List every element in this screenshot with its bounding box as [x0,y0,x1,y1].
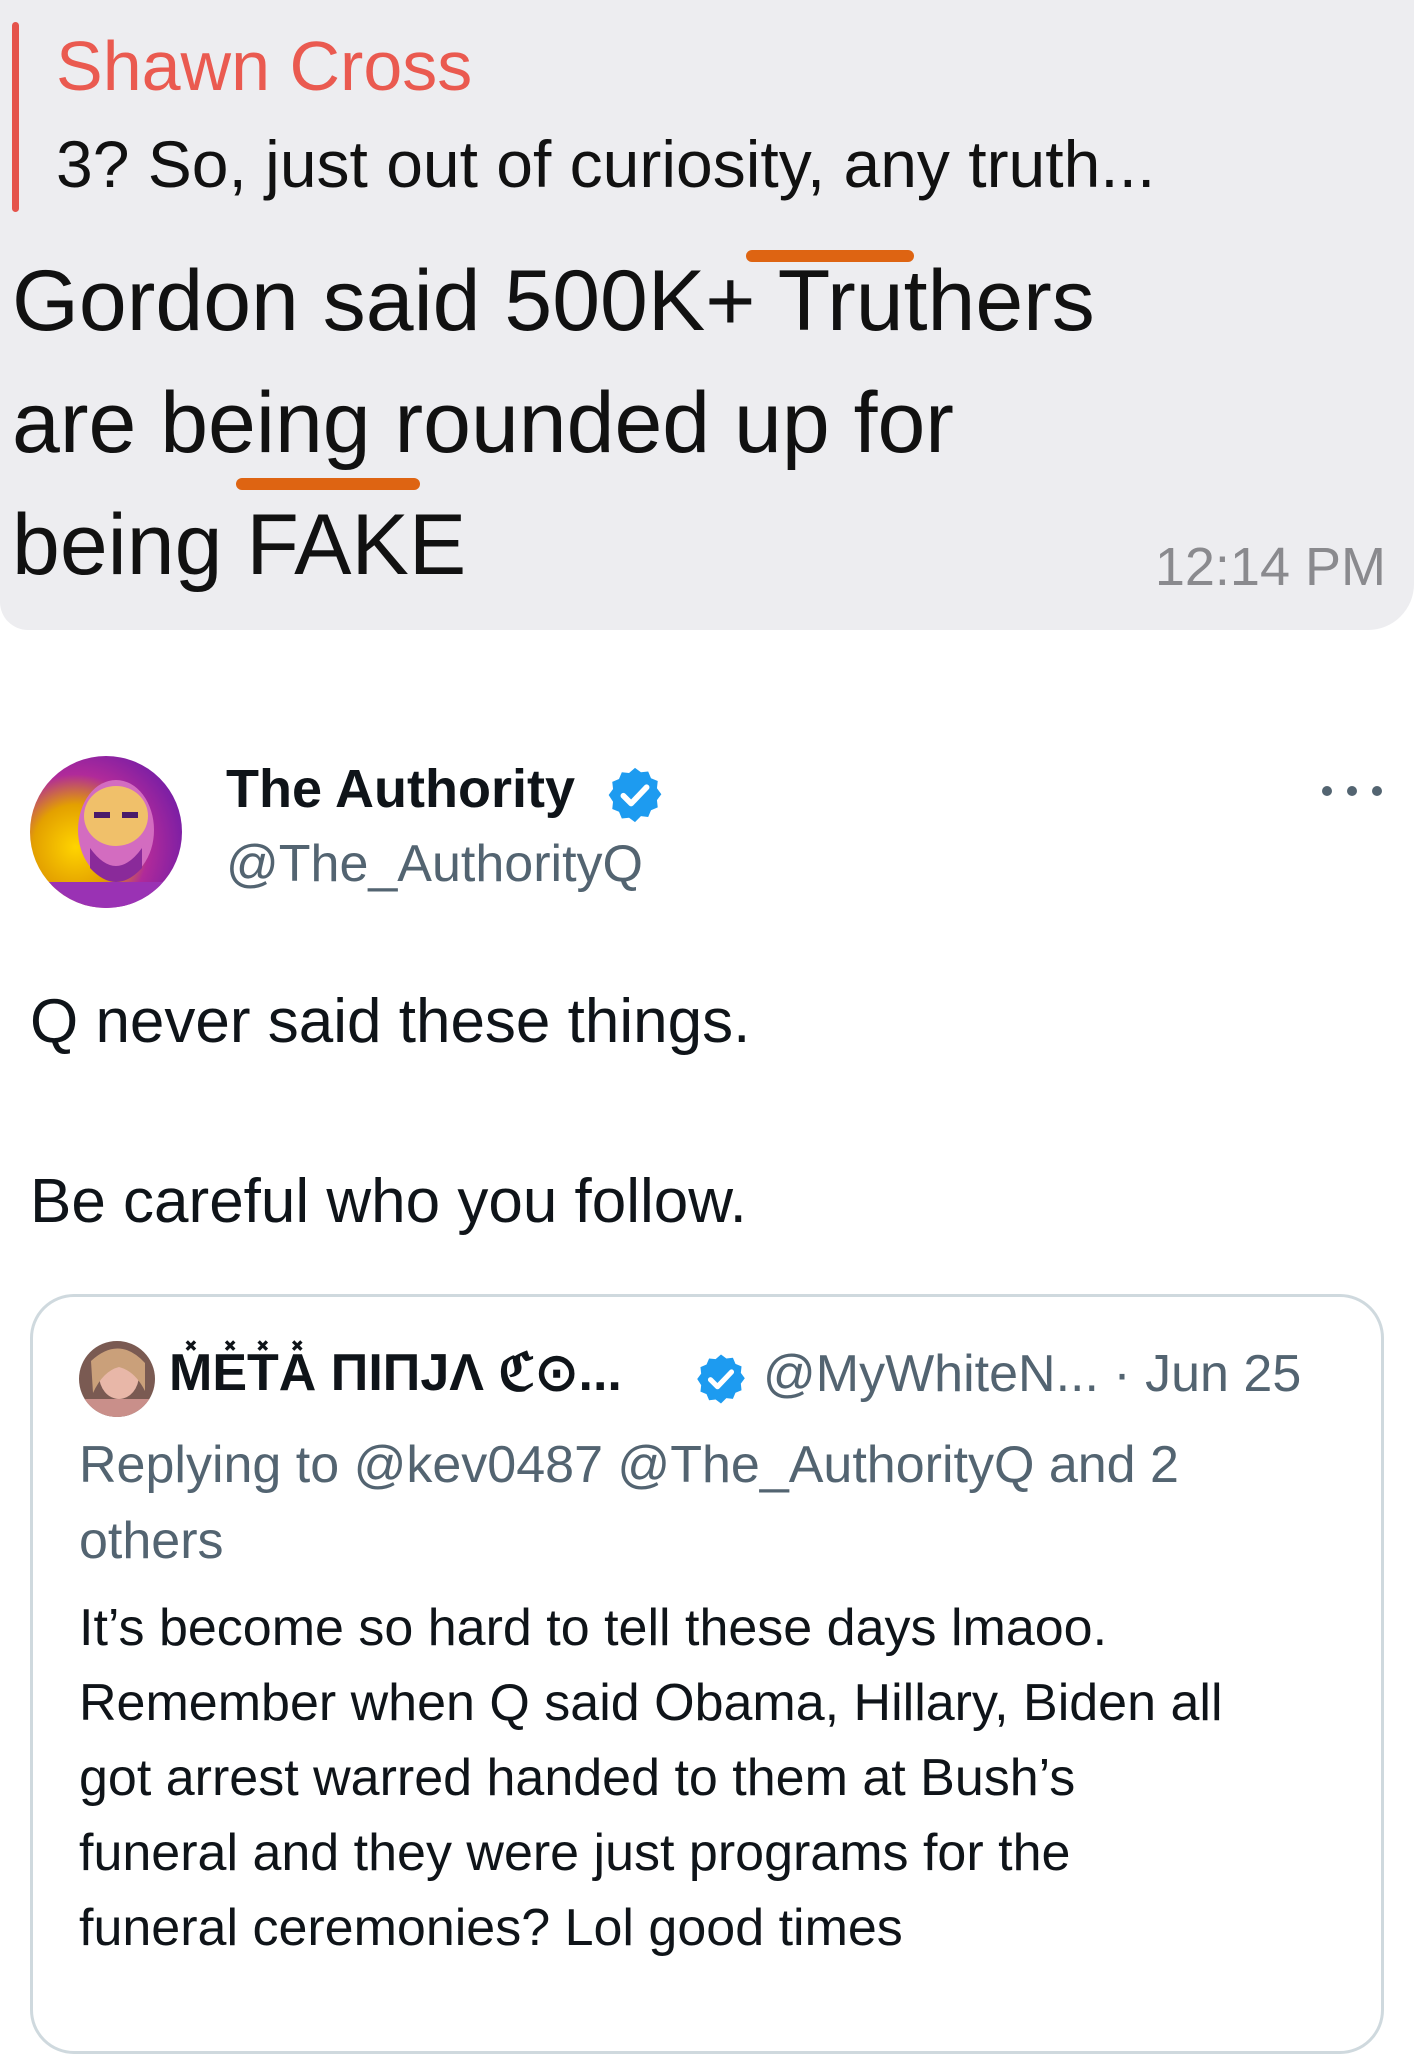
quoted-tweet[interactable]: M̽E̽T̽A̽ ΠIΠJΛ ℭ⊙... @MyWhiteN... · Jun … [30,1294,1384,2054]
quoted-text-line: funeral and they were just programs for … [79,1824,1071,1882]
verified-badge-icon [697,1354,745,1404]
annotation-underline-truthers [746,250,914,262]
quoted-text-line: got arrest warred handed to them at Bush… [79,1749,1076,1807]
message-bubble[interactable]: Shawn Cross 3? So, just out of curiosity… [0,0,1414,630]
dot [1347,786,1357,796]
author-handle[interactable]: @The_AuthorityQ [226,832,643,896]
replying-to-line[interactable]: others [79,1503,1339,1579]
quoted-handle-date[interactable]: @MyWhiteN... · Jun 25 [763,1341,1301,1407]
message-line: being FAKE [12,497,467,593]
message-line: Gordon said 500K+ Truthers [12,253,1095,349]
message-time: 12:14 PM [1154,537,1386,597]
quoted-text-line: Remember when Q said Obama, Hillary, Bid… [79,1674,1223,1732]
verified-badge-icon [608,767,662,823]
dot [1372,786,1382,796]
more-options-icon[interactable] [1322,776,1382,806]
replying-to: Replying to @kev0487 @The_AuthorityQ and… [79,1427,1339,1579]
reply-accent-bar [12,22,19,212]
quoted-text-line: It’s become so hard to tell these days l… [79,1599,1108,1657]
quoted-tweet-text: It’s become so hard to tell these days l… [79,1591,1359,1966]
tweet-text-line: Q never said these things. [30,987,751,1056]
quoted-author-avatar[interactable] [79,1341,155,1417]
replying-to-line[interactable]: Replying to @kev0487 @The_AuthorityQ and… [79,1427,1339,1503]
tweet[interactable]: The Authority @The_AuthorityQ Q never sa… [0,630,1414,2054]
message-line: are being rounded up for [12,375,954,471]
author-avatar[interactable] [30,756,182,908]
reply-sender-name[interactable]: Shawn Cross [56,24,472,108]
reply-snippet[interactable]: 3? So, just out of curiosity, any truth.… [56,124,1155,204]
tweet-text-line: Be careful who you follow. [30,1167,747,1236]
quoted-author-name[interactable]: M̽E̽T̽A̽ ΠIΠJΛ ℭ⊙... [169,1337,622,1409]
dot [1322,786,1332,796]
avatar-image [30,756,182,908]
annotation-underline-fake [236,478,420,490]
message-text: Gordon said 500K+ Truthers are being rou… [12,240,1312,606]
quoted-text-line: funeral ceremonies? Lol good times [79,1899,903,1957]
author-name[interactable]: The Authority [226,756,575,822]
quoted-avatar-image [79,1341,155,1417]
